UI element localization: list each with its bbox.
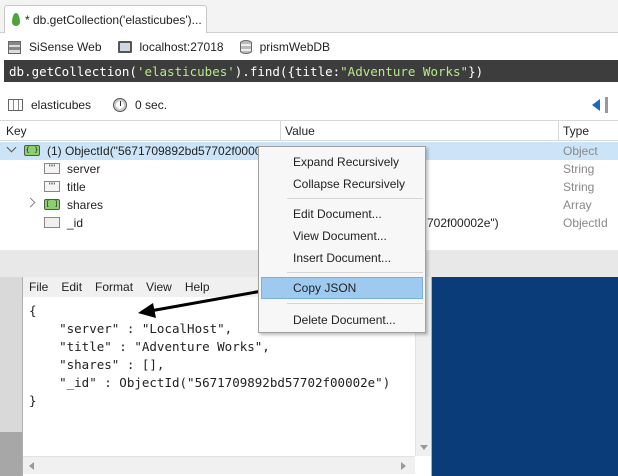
menu-item-view-document[interactable]: View Document... <box>261 225 423 247</box>
menu-item-edit-document[interactable]: Edit Document... <box>261 203 423 225</box>
chevron-right-icon[interactable] <box>25 197 36 208</box>
connection-host[interactable]: localhost:27018 <box>117 40 224 54</box>
results-toolbar: elasticubes 0 sec. <box>0 93 618 117</box>
row-key: shares <box>67 198 104 212</box>
row-key: (1) ObjectId("5671709892bd57702f00002e <box>47 144 275 158</box>
query-collection-string: 'elasticubes' <box>136 63 235 79</box>
column-header-key[interactable]: Key <box>6 124 27 138</box>
object-type-icon: { } <box>24 145 40 156</box>
menu-separator <box>287 198 423 199</box>
scroll-down-icon[interactable] <box>420 445 428 450</box>
mongodb-leaf-icon <box>12 13 20 26</box>
menu-format[interactable]: Format <box>95 280 133 294</box>
row-type: Array <box>563 198 592 212</box>
query-editor[interactable]: db.getCollection('elasticubes').find({ti… <box>4 60 618 82</box>
monitor-icon <box>117 41 132 53</box>
array-type-icon: [ ] <box>44 199 60 210</box>
connection-server[interactable]: SiSense Web <box>8 40 102 54</box>
background-panel <box>0 432 22 476</box>
query-tab[interactable]: * db.getCollection('elasticubes')... <box>4 5 207 33</box>
menu-item-collapse-recursively[interactable]: Collapse Recursively <box>261 173 423 195</box>
row-type: Object <box>563 144 598 158</box>
menu-separator <box>287 272 423 273</box>
clock-icon <box>113 98 128 112</box>
tab-title: * db.getCollection('elasticubes')... <box>25 12 202 27</box>
menu-help[interactable]: Help <box>185 280 210 294</box>
context-menu: Expand Recursively Collapse Recursively … <box>258 146 426 333</box>
query-middle: ).find({title: <box>234 63 341 79</box>
row-key: _id <box>67 216 84 230</box>
column-header-type[interactable]: Type <box>563 124 589 138</box>
row-type: ObjectId <box>563 216 608 230</box>
toolbar-divider <box>605 97 608 113</box>
menu-file[interactable]: File <box>29 280 48 294</box>
desktop-background <box>432 277 618 476</box>
connection-database[interactable]: prismWebDB <box>239 40 331 54</box>
tab-strip: * db.getCollection('elasticubes')... <box>0 0 618 33</box>
row-type: String <box>563 162 595 176</box>
row-value: 702f00002e") <box>427 216 499 230</box>
horizontal-scrollbar[interactable] <box>23 456 415 474</box>
objectid-type-icon <box>44 217 60 228</box>
grid-icon <box>8 99 23 111</box>
query-suffix: }) <box>468 63 484 79</box>
results-collection: elasticubes <box>31 98 92 112</box>
menu-separator <box>287 303 423 304</box>
connection-bar: SiSense Web localhost:27018 prismWebDB <box>0 36 618 58</box>
menu-view[interactable]: View <box>146 280 172 294</box>
connection-database-label: prismWebDB <box>259 40 331 54</box>
column-header-value[interactable]: Value <box>285 124 315 138</box>
menu-edit[interactable]: Edit <box>61 280 82 294</box>
row-type: String <box>563 180 595 194</box>
server-icon <box>8 40 21 54</box>
query-title-string: "Adventure Works" <box>340 63 469 79</box>
grid-header: Key Value Type <box>0 121 618 141</box>
menu-item-expand-recursively[interactable]: Expand Recursively <box>261 151 423 173</box>
string-type-icon: "" <box>44 181 60 192</box>
query-prefix: db.getCollection( <box>9 63 137 79</box>
column-separator[interactable] <box>558 121 559 141</box>
column-separator[interactable] <box>280 121 281 141</box>
menu-item-delete-document[interactable]: Delete Document... <box>261 309 423 331</box>
menu-item-copy-json[interactable]: Copy JSON <box>261 277 423 299</box>
scroll-left-icon[interactable] <box>29 462 34 470</box>
scroll-right-icon[interactable] <box>401 462 406 470</box>
chevron-down-icon[interactable] <box>6 142 17 153</box>
string-type-icon: "" <box>44 163 60 174</box>
database-icon <box>239 40 252 54</box>
previous-page-icon[interactable] <box>592 99 600 111</box>
row-key: server <box>67 162 101 176</box>
menu-item-insert-document[interactable]: Insert Document... <box>261 247 423 269</box>
results-time: 0 sec. <box>135 98 168 112</box>
connection-host-label: localhost:27018 <box>139 40 224 54</box>
row-key: title <box>67 180 86 194</box>
connection-server-label: SiSense Web <box>29 40 102 54</box>
